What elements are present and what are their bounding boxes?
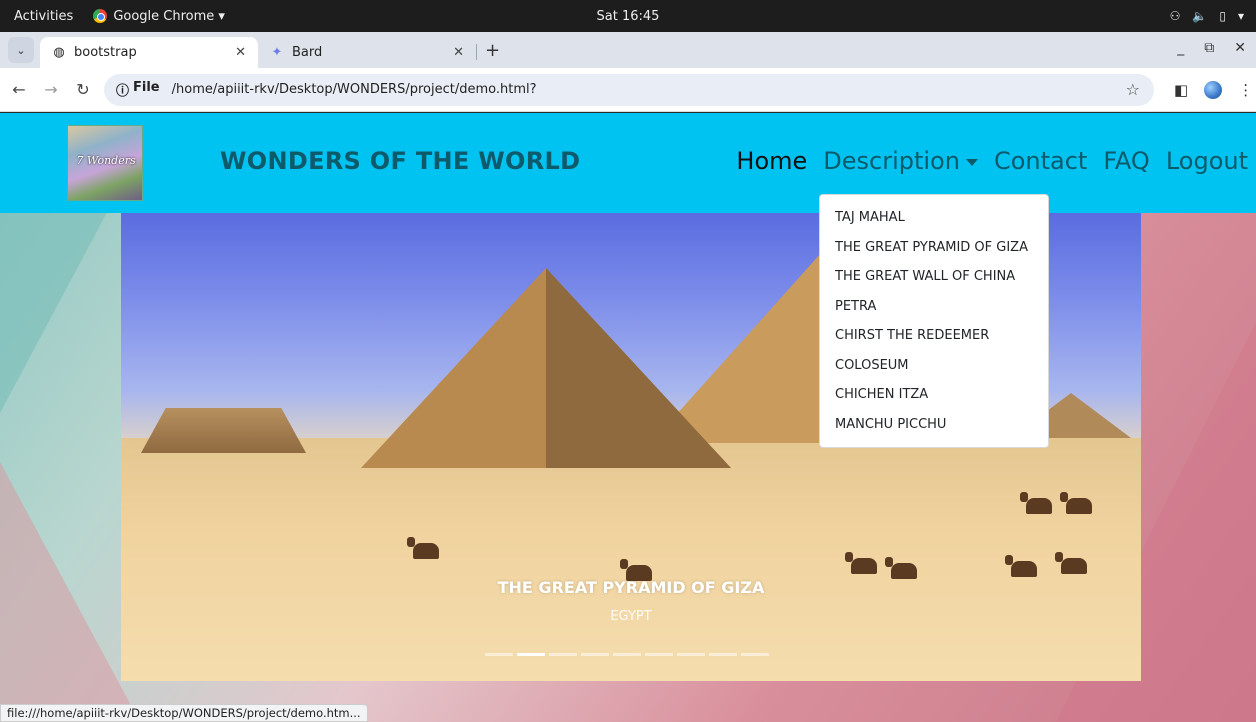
dropdown-item-great-wall[interactable]: THE GREAT WALL OF CHINA	[820, 262, 1048, 292]
background-polygon	[0, 462, 140, 722]
app-menu[interactable]: Google Chrome ▾	[93, 9, 225, 24]
carousel-image-pyramid-shade	[546, 268, 731, 468]
side-panel-icon[interactable]: ◧	[1174, 81, 1188, 99]
nav-faq[interactable]: FAQ	[1103, 147, 1150, 175]
tab-bootstrap[interactable]: ◍ bootstrap ✕	[40, 37, 258, 68]
profile-avatar[interactable]	[1204, 80, 1223, 99]
url-text[interactable]: /home/apiiit-rkv/Desktop/WONDERS/project…	[172, 82, 537, 97]
carousel-indicator[interactable]	[613, 653, 641, 656]
link-status-bar: file:///home/apiiit-rkv/Desktop/WONDERS/…	[0, 704, 368, 722]
site-navbar: 7 Wonders WONDERS OF THE WORLD Home Desc…	[0, 113, 1256, 213]
chevron-down-icon: ⌄	[16, 43, 26, 57]
carousel-image-camel	[885, 557, 917, 579]
chrome-logo-icon	[93, 9, 108, 23]
brand-logo-text: 7 Wonders	[76, 154, 136, 167]
brand-logo[interactable]: 7 Wonders	[67, 125, 143, 201]
reload-icon[interactable]: ↻	[70, 80, 96, 99]
tab-title: Bard	[292, 45, 323, 60]
carousel-indicator[interactable]	[741, 653, 769, 656]
description-dropdown-menu: TAJ MAHAL THE GREAT PYRAMID OF GIZA THE …	[819, 194, 1049, 448]
caret-down-icon	[965, 158, 978, 166]
tab-bard[interactable]: ✦ Bard ✕	[258, 37, 476, 68]
carousel-caption-subtitle: EGYPT	[610, 609, 652, 624]
dropdown-item-petra[interactable]: PETRA	[820, 292, 1048, 322]
bookmark-star-icon[interactable]: ☆	[1126, 80, 1140, 99]
carousel-indicator[interactable]	[581, 653, 609, 656]
dropdown-item-machu-picchu[interactable]: MANCHU PICCHU	[820, 410, 1048, 440]
nav-description-label: Description	[823, 147, 960, 175]
dropdown-item-great-pyramid[interactable]: THE GREAT PYRAMID OF GIZA	[820, 233, 1048, 263]
volume-icon: 🔈	[1192, 9, 1208, 23]
carousel-image-sand	[121, 438, 1141, 681]
carousel-image-pyramid	[141, 408, 306, 453]
carousel-indicator[interactable]	[645, 653, 673, 656]
close-window-icon[interactable]: ✕	[1234, 40, 1246, 56]
page-viewport: 7 Wonders WONDERS OF THE WORLD Home Desc…	[0, 113, 1256, 722]
info-icon: ⓘ	[116, 84, 130, 99]
forward-arrow-icon[interactable]: →	[38, 80, 64, 99]
carousel-indicator[interactable]	[517, 653, 545, 656]
tab-title: bootstrap	[74, 45, 137, 60]
omnibox[interactable]: ⓘ File /home/apiiit-rkv/Desktop/WONDERS/…	[104, 73, 1154, 106]
nav-contact[interactable]: Contact	[994, 147, 1087, 175]
close-icon[interactable]: ✕	[235, 45, 246, 60]
new-tab-button[interactable]: +	[485, 40, 500, 61]
tab-search-button[interactable]: ⌄	[8, 37, 34, 63]
dropdown-item-colosseum[interactable]: COLOSEUM	[820, 351, 1048, 381]
brand-title[interactable]: WONDERS OF THE WORLD	[220, 147, 580, 175]
carousel-indicator[interactable]	[549, 653, 577, 656]
carousel-image-camel	[1005, 555, 1037, 577]
menu-kebab-icon[interactable]: ⋮	[1238, 81, 1253, 99]
carousel-image-camel	[1020, 492, 1052, 514]
dropdown-item-taj-mahal[interactable]: TAJ MAHAL	[820, 203, 1048, 233]
carousel-image-camel	[845, 552, 877, 574]
chevron-down-icon: ▾	[1237, 9, 1244, 23]
bard-sparkle-icon: ✦	[271, 45, 283, 60]
tab-separator	[476, 44, 477, 60]
nav-description-toggle[interactable]: Description	[823, 147, 978, 175]
window-controls: _ ⧉ ✕	[1177, 40, 1246, 56]
app-name-label: Google Chrome ▾	[113, 8, 225, 24]
globe-icon: ◍	[53, 45, 65, 60]
os-top-bar: Activities Google Chrome ▾ Sat 16:45 ⚇ 🔈…	[0, 0, 1256, 32]
carousel-caption-title: THE GREAT PYRAMID OF GIZA	[497, 578, 765, 597]
nav-home[interactable]: Home	[736, 147, 807, 175]
tab-strip: ⌄ ◍ bootstrap ✕ ✦ Bard ✕ + _ ⧉ ✕	[0, 32, 1256, 68]
system-tray[interactable]: ⚇ 🔈 ▯ ▾	[1170, 9, 1244, 23]
dropdown-item-christ-redeemer[interactable]: CHIRST THE REDEEMER	[820, 321, 1048, 351]
carousel-image-camel	[407, 537, 439, 559]
carousel-indicator[interactable]	[485, 653, 513, 656]
site-info-label: File	[133, 80, 160, 95]
nav-links: Home Description Contact FAQ Logout	[736, 147, 1248, 175]
toolbar-right: ◧ ⋮	[1174, 80, 1253, 99]
dropdown-item-chichen-itza[interactable]: CHICHEN ITZA	[820, 380, 1048, 410]
carousel-indicator[interactable]	[677, 653, 705, 656]
carousel-image-camel	[1060, 492, 1092, 514]
close-icon[interactable]: ✕	[453, 45, 464, 60]
activities-button[interactable]: Activities	[14, 9, 73, 24]
carousel-indicators	[485, 653, 769, 656]
restore-icon[interactable]: ⧉	[1204, 40, 1214, 56]
site-info-button[interactable]: ⓘ File	[116, 80, 160, 99]
network-icon: ⚇	[1169, 9, 1181, 23]
carousel-indicator[interactable]	[709, 653, 737, 656]
nav-logout[interactable]: Logout	[1166, 147, 1248, 175]
carousel-image-camel	[1055, 552, 1087, 574]
back-arrow-icon[interactable]: ←	[6, 80, 32, 99]
battery-icon: ▯	[1219, 9, 1226, 23]
address-bar-row: ← → ↻ ⓘ File /home/apiiit-rkv/Desktop/WO…	[0, 68, 1256, 112]
minimize-icon[interactable]: _	[1177, 40, 1184, 56]
